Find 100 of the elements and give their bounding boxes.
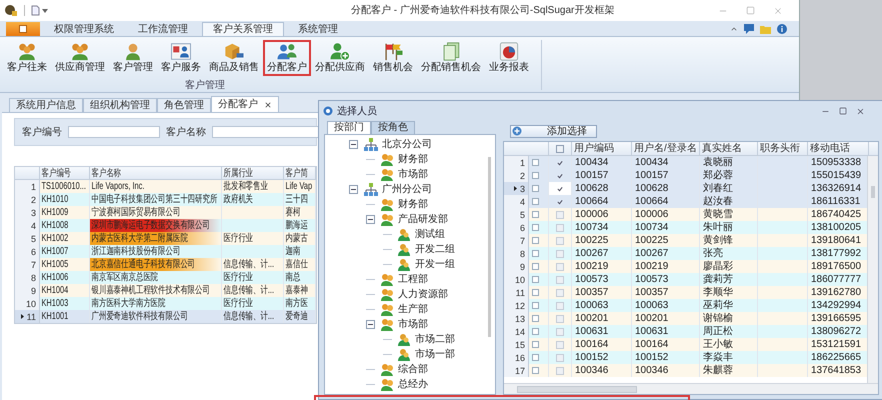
row-header[interactable]: 3 (15, 206, 40, 219)
scrollbar[interactable] (867, 156, 878, 383)
select-all-checkbox[interactable] (556, 144, 564, 152)
ribbon-tab[interactable]: 客户关系管理 (202, 22, 284, 36)
row-header[interactable]: 11 (504, 286, 529, 299)
chat-icon[interactable] (744, 24, 754, 34)
collapse-toggle[interactable] (366, 215, 375, 224)
row-checkbox[interactable] (556, 158, 564, 166)
row-header[interactable]: 16 (504, 351, 529, 364)
ribbon-button[interactable]: 供应商管理 (51, 40, 109, 76)
tree-item[interactable]: 工程部 (398, 274, 428, 286)
tree-item[interactable]: 开发一组 (415, 258, 455, 270)
row-header[interactable]: 6 (504, 221, 529, 234)
close-icon[interactable] (856, 106, 865, 116)
column-header[interactable]: 用户名/登录名 (632, 142, 700, 155)
maximize-icon[interactable] (839, 107, 847, 115)
document-tab[interactable]: 系统用户信息 (9, 98, 83, 112)
add-selection-button[interactable]: 添加选择 (510, 124, 597, 138)
ribbon-button[interactable]: 客户管理 (109, 40, 157, 76)
row-header[interactable]: 11 (15, 310, 40, 323)
tree-item[interactable]: 财务部 (398, 154, 428, 166)
tree-item[interactable]: 财务部 (398, 198, 428, 210)
row-header[interactable]: 7 (15, 258, 40, 271)
table-cell-text: 155015439 (810, 170, 862, 181)
table-cell-text: 186740425 (810, 209, 862, 220)
row-header[interactable]: 6 (15, 245, 40, 258)
ribbon-button[interactable]: 商品及销售 (205, 40, 263, 76)
row-header[interactable]: 9 (504, 260, 529, 273)
row-header[interactable]: 13 (504, 312, 529, 325)
row-header[interactable]: 10 (504, 273, 529, 286)
tree-item[interactable]: 北京分公司 (382, 138, 432, 150)
ribbon-button[interactable]: 销售机会 (369, 40, 417, 76)
tree-item[interactable]: 广州分公司 (382, 184, 432, 196)
row-header[interactable]: 15 (504, 338, 529, 351)
row-header[interactable]: 5 (504, 208, 529, 221)
tree-item[interactable]: 生产部 (398, 304, 428, 316)
tree-item[interactable]: 市场部 (398, 318, 428, 330)
row-checkbox[interactable] (556, 198, 564, 206)
column-header[interactable]: 真实姓名 (700, 142, 758, 155)
ribbon-tab[interactable]: 系统管理 (288, 22, 348, 36)
tree-item[interactable]: 人力资源部 (398, 288, 448, 300)
row-header[interactable]: 1 (15, 180, 40, 193)
column-header[interactable]: 客户名称 (90, 167, 122, 179)
row-header[interactable]: 8 (15, 271, 40, 284)
ribbon-button[interactable]: 客户往来 (3, 40, 51, 76)
column-header[interactable]: 所属行业 (222, 167, 254, 179)
row-header[interactable]: 3 (504, 182, 529, 195)
tree-item[interactable]: 开发二组 (415, 244, 455, 256)
close-icon[interactable] (264, 100, 272, 108)
scrollbar[interactable] (488, 157, 491, 337)
column-header[interactable]: 客户编号 (40, 167, 72, 179)
table-cell: 嘉泰神 (284, 284, 308, 297)
row-checkbox[interactable] (556, 184, 564, 192)
maximize-icon[interactable] (746, 6, 755, 15)
collapse-ribbon-icon[interactable] (730, 25, 738, 33)
document-tab[interactable]: 分配客户 (211, 96, 279, 112)
column-header[interactable]: 客户简 (284, 167, 308, 179)
row-header[interactable]: 12 (504, 299, 529, 312)
row-header[interactable]: 10 (15, 297, 40, 310)
ribbon-button[interactable]: 分配销售机会 (417, 40, 485, 76)
ribbon-button[interactable]: 分配供应商 (311, 40, 369, 76)
ribbon-button[interactable]: 分配客户 (263, 40, 311, 76)
info-icon[interactable] (777, 24, 787, 34)
row-header[interactable]: 8 (504, 247, 529, 260)
collapse-toggle[interactable] (349, 140, 358, 149)
input-field[interactable] (68, 126, 160, 138)
column-header[interactable]: 移动电话 (808, 142, 869, 155)
row-header[interactable]: 2 (15, 193, 40, 206)
row-header[interactable]: 1 (504, 156, 529, 169)
row-header[interactable]: 4 (504, 195, 529, 208)
tree-item[interactable]: 市场一部 (415, 348, 455, 360)
row-header[interactable]: 9 (15, 284, 40, 297)
row-checkbox[interactable] (556, 172, 564, 180)
horizontal-scrollbar[interactable] (504, 383, 878, 394)
collapse-toggle[interactable] (366, 320, 375, 329)
document-tab[interactable]: 组织机构管理 (83, 98, 157, 112)
row-header[interactable]: 4 (15, 219, 40, 232)
row-header[interactable]: 17 (504, 364, 529, 377)
tree-item[interactable]: 综合部 (398, 364, 428, 376)
folder-icon[interactable] (760, 24, 771, 34)
ribbon-button[interactable]: 客户服务 (157, 40, 205, 76)
tree-item[interactable]: 市场二部 (415, 334, 455, 346)
document-tab[interactable]: 角色管理 (157, 98, 211, 112)
collapse-toggle[interactable] (349, 185, 358, 194)
ribbon-tab[interactable]: 工作流管理 (128, 22, 198, 36)
column-header[interactable]: 职务头衔 (758, 142, 808, 155)
row-header[interactable]: 2 (504, 169, 529, 182)
tree-item[interactable]: 产品研发部 (398, 214, 448, 226)
row-header[interactable]: 5 (15, 232, 40, 245)
row-header[interactable]: 14 (504, 325, 529, 338)
dialog-tab[interactable]: 按角色 (371, 121, 415, 134)
tree-item[interactable]: 市场部 (398, 168, 428, 180)
dialog-tab[interactable]: 按部门 (327, 121, 371, 134)
app-menu-button[interactable] (6, 22, 40, 36)
tree-item[interactable]: 总经办 (398, 378, 428, 390)
column-header[interactable]: 用户编码 (572, 142, 632, 155)
tree-item[interactable]: 测试组 (415, 228, 445, 240)
ribbon-button[interactable]: 业务报表 (485, 40, 533, 76)
ribbon-tab[interactable]: 权限管理系统 (44, 22, 124, 36)
row-header[interactable]: 7 (504, 234, 529, 247)
